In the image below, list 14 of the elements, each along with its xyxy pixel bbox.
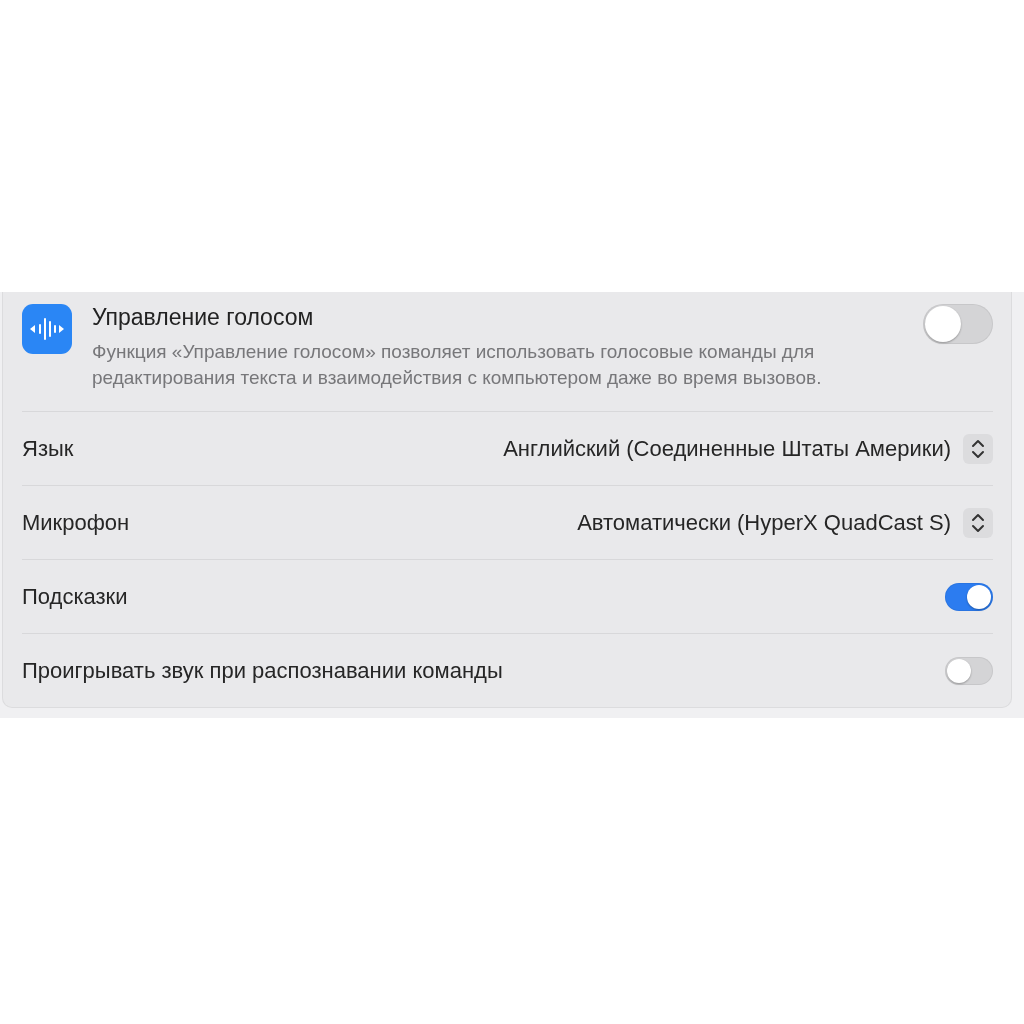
setting-label: Проигрывать звук при распознавании команды bbox=[22, 657, 503, 684]
setting-label: Микрофон bbox=[22, 509, 130, 536]
stepper-icon bbox=[963, 507, 993, 538]
voice-control-toggle[interactable] bbox=[923, 304, 993, 344]
popup-menu[interactable]: Автоматически (HyperX QuadCast S) bbox=[577, 507, 993, 538]
toggle-switch[interactable] bbox=[945, 582, 993, 611]
toggle-switch[interactable] bbox=[945, 656, 993, 685]
popup-menu[interactable]: Английский (Соединенные Штаты Америки) bbox=[503, 433, 993, 464]
waveform-icon bbox=[22, 304, 72, 354]
stepper-icon bbox=[963, 433, 993, 464]
setting-label: Подсказки bbox=[22, 583, 128, 610]
setting-label: Язык bbox=[22, 435, 74, 462]
feature-title: Управление голосом bbox=[92, 304, 315, 331]
feature-description: Функция «Управление голосом» позволяет использовать голосовые команды для редактирования текста и взаимодействия с компьютером даже во время вызовов. bbox=[92, 340, 823, 390]
